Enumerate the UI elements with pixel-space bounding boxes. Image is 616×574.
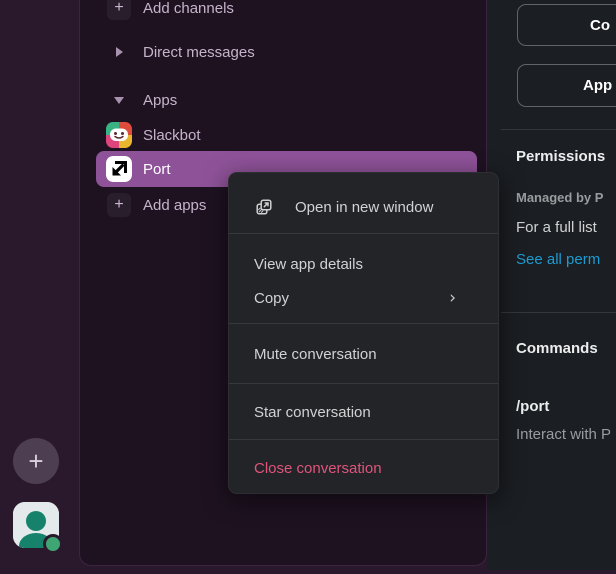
menu-item-close-conversation[interactable]: Close conversation bbox=[229, 451, 498, 485]
sidebar-item-label: Slackbot bbox=[143, 127, 201, 144]
menu-item-label: Mute conversation bbox=[254, 346, 377, 363]
menu-divider bbox=[229, 439, 498, 440]
plus-icon: + bbox=[107, 193, 131, 217]
sidebar-item-label: Port bbox=[143, 161, 171, 178]
command-name: /port bbox=[516, 398, 549, 415]
sidebar-section-label: Direct messages bbox=[143, 44, 255, 61]
menu-item-label: Open in new window bbox=[295, 199, 433, 216]
new-window-icon bbox=[254, 197, 274, 217]
permissions-description: For a full list bbox=[516, 219, 597, 236]
workspace-rail: + bbox=[0, 0, 80, 574]
permissions-heading: Permissions bbox=[516, 148, 605, 165]
sidebar-item-label: Add apps bbox=[143, 197, 206, 214]
chevron-right-icon bbox=[116, 47, 123, 57]
menu-item-label: Star conversation bbox=[254, 404, 371, 421]
sidebar-section-direct-messages[interactable]: Direct messages bbox=[96, 34, 477, 70]
menu-item-label: Copy bbox=[254, 290, 289, 307]
menu-item-mute-conversation[interactable]: Mute conversation bbox=[229, 337, 498, 371]
sidebar-section-label: Apps bbox=[143, 92, 177, 109]
menu-item-label: Close conversation bbox=[254, 460, 382, 477]
chevron-down-icon bbox=[114, 97, 124, 104]
port-app-icon bbox=[106, 156, 132, 182]
sidebar-item-slackbot[interactable]: Slackbot bbox=[96, 117, 477, 153]
configuration-button[interactable]: Co bbox=[517, 4, 616, 46]
app-details-button[interactable]: App bbox=[517, 64, 616, 107]
app-details-panel: Co App Permissions Managed by P For a fu… bbox=[487, 0, 616, 570]
slackbot-app-icon bbox=[106, 122, 132, 148]
menu-divider bbox=[229, 323, 498, 324]
menu-item-star-conversation[interactable]: Star conversation bbox=[229, 395, 498, 429]
presence-active-indicator bbox=[43, 534, 63, 554]
divider bbox=[501, 312, 616, 313]
sidebar-section-apps[interactable]: Apps bbox=[96, 82, 477, 118]
menu-item-copy[interactable]: Copy › bbox=[229, 281, 498, 315]
sidebar-item-label: Add channels bbox=[143, 0, 234, 17]
menu-item-label: View app details bbox=[254, 256, 363, 273]
plus-icon: + bbox=[28, 448, 43, 474]
commands-heading: Commands bbox=[516, 340, 598, 357]
sidebar-item-add-channels[interactable]: + Add channels bbox=[96, 0, 477, 26]
port-context-menu: Open in new window View app details Copy… bbox=[228, 172, 499, 494]
menu-divider bbox=[229, 233, 498, 234]
divider bbox=[501, 129, 616, 130]
submenu-chevron-icon: › bbox=[449, 290, 456, 307]
menu-divider bbox=[229, 383, 498, 384]
managed-by-text: Managed by P bbox=[516, 190, 603, 205]
see-all-permissions-link[interactable]: See all perm bbox=[516, 251, 600, 268]
add-workspace-button[interactable]: + bbox=[13, 438, 59, 484]
menu-item-view-app-details[interactable]: View app details bbox=[229, 247, 498, 281]
plus-icon: + bbox=[107, 0, 131, 20]
command-description: Interact with P bbox=[516, 426, 611, 443]
menu-item-open-in-new-window[interactable]: Open in new window bbox=[229, 185, 498, 229]
